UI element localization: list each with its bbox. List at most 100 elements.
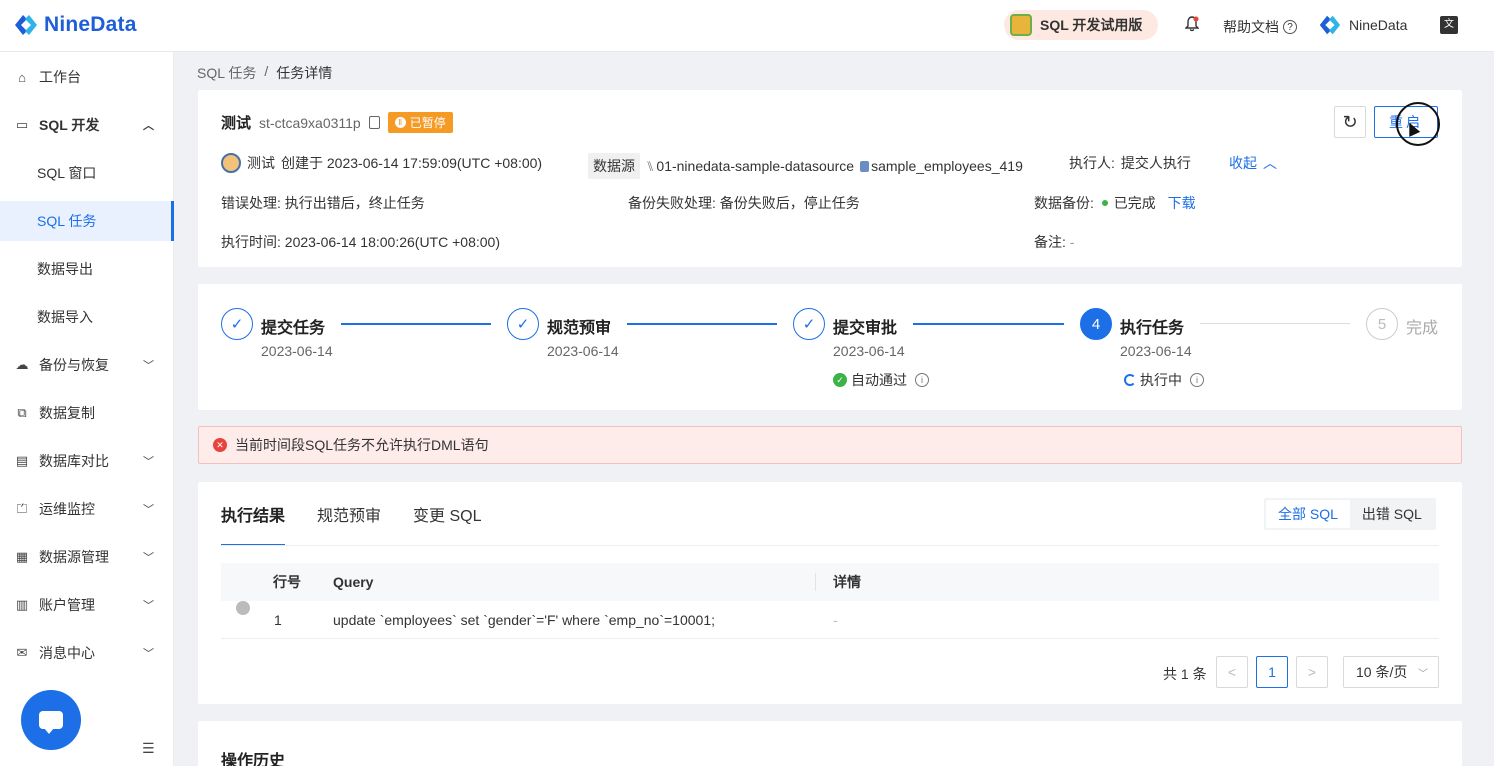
backup-status: 已完成 — [1113, 195, 1156, 211]
breadcrumb-parent[interactable]: SQL 任务 — [197, 63, 256, 83]
exec-time-value: 2023-06-14 18:00:26(UTC +08:00) — [284, 234, 500, 250]
breadcrumb-current: 任务详情 — [276, 65, 333, 81]
step-3-title: 提交审批 — [833, 320, 898, 337]
step-1-title: 提交任务 — [261, 320, 326, 337]
executor-info: 执行人: 提交人执行 — [1069, 153, 1191, 173]
info-icon[interactable]: i — [915, 373, 929, 387]
collapse-sidebar-icon[interactable]: ☰ — [142, 740, 155, 757]
user-menu[interactable]: NineData — [1317, 13, 1407, 37]
datasource-name[interactable]: 01-ninedata-sample-datasource — [656, 158, 854, 174]
sidebar-item-label: 数据库对比 — [39, 453, 109, 469]
error-handling-label: 错误处理: — [221, 195, 281, 211]
backup-label: 数据备份: — [1034, 195, 1094, 211]
tab-precheck[interactable]: 规范预审 — [317, 502, 381, 546]
backup-fail-label: 备份失败处理: — [628, 195, 716, 211]
help-docs-link[interactable]: 帮助文档 ? — [1223, 17, 1297, 37]
sidebar-item-label: 账户管理 — [39, 597, 95, 613]
sidebar-item-label: 备份与恢复 — [39, 357, 109, 373]
sidebar-item-messages[interactable]: ✉ 消息中心 ﹀ — [0, 633, 174, 673]
step-2-title: 规范预审 — [547, 320, 612, 337]
sidebar-item-compare[interactable]: ▤ 数据库对比 ﹀ — [0, 441, 174, 481]
sidebar-item-replication[interactable]: ⧉ 数据复制 — [0, 393, 174, 433]
chevron-right-icon: > — [1307, 664, 1317, 680]
tab-exec-result[interactable]: 执行结果 — [221, 502, 286, 546]
page-1-button[interactable]: 1 — [1256, 656, 1288, 688]
tab-change-sql[interactable]: 变更 SQL — [413, 502, 481, 546]
sidebar-item-label: SQL 开发 — [39, 117, 100, 133]
exec-time: 执行时间: 2023-06-14 18:00:26(UTC +08:00) — [221, 232, 500, 252]
sidebar-item-label: 工作台 — [39, 69, 81, 85]
database-name[interactable]: sample_employees_419 — [871, 158, 1023, 174]
sidebar-item-monitor[interactable]: ⏍ 运维监控 ﹀ — [0, 489, 174, 529]
exec-time-label: 执行时间: — [221, 234, 281, 250]
step-1-circle: ✓ — [221, 308, 253, 340]
chevron-down-icon: ﹀ — [143, 552, 154, 564]
col-row-no: 行号 — [273, 574, 301, 590]
table-row[interactable]: 1 update `employees` set `gender`='F' wh… — [221, 601, 1439, 639]
executor-value: 提交人执行 — [1120, 155, 1191, 171]
sql-dev-icon: ▭ — [15, 117, 29, 132]
row-detail: - — [833, 612, 838, 628]
prev-page-button[interactable]: < — [1216, 656, 1248, 688]
creator-info: 测试 创建于 2023-06-14 17:59:09(UTC +08:00) — [221, 153, 542, 173]
sidebar-item-backup[interactable]: ☁ 备份与恢复 ﹀ — [0, 345, 174, 385]
datasource-icon: ⑊ — [646, 158, 655, 174]
sidebar-item-data-export[interactable]: 数据导出 — [0, 249, 174, 289]
compare-icon: ▤ — [15, 453, 29, 468]
data-backup: 数据备份: 已完成 下载 — [1034, 193, 1196, 213]
creator-name: 测试 — [247, 155, 275, 171]
info-icon[interactable]: i — [1190, 373, 1204, 387]
chat-icon — [39, 711, 63, 734]
row-no: 1 — [274, 612, 282, 628]
refresh-button[interactable]: ↻ — [1334, 106, 1366, 138]
step-4-date: 2023-06-14 — [1120, 343, 1192, 359]
task-info-card: 测试 st-ctca9xa0311p Ⅱ 已暂停 ↻ 重启 测试 创建于 202… — [198, 90, 1462, 267]
account-icon: ▥ — [15, 597, 29, 612]
sidebar-item-label: 运维监控 — [39, 501, 95, 517]
collapse-toggle[interactable]: 收起 ︿ — [1229, 153, 1277, 173]
datasource-tag: 数据源 — [588, 153, 640, 179]
sidebar-item-sql-task[interactable]: SQL 任务 — [0, 201, 174, 241]
check-circle-icon: ✓ — [833, 373, 847, 387]
backup-fail-handling: 备份失败处理: 备份失败后，停止任务 — [628, 193, 860, 213]
step-5-title: 完成 — [1406, 320, 1439, 337]
step-4-status-text: 执行中 — [1140, 372, 1182, 388]
logo[interactable]: NineData — [12, 12, 137, 38]
chevron-up-icon: ︿ — [1263, 155, 1277, 171]
sidebar-item-workbench[interactable]: ⌂ 工作台 — [0, 57, 174, 97]
error-handling-value: 执行出错后，终止任务 — [284, 195, 425, 211]
download-link[interactable]: 下载 — [1168, 195, 1196, 211]
language-icon[interactable]: 文 — [1440, 16, 1458, 34]
step-4-status: 执行中 i — [1124, 370, 1204, 390]
question-icon: ? — [1283, 20, 1297, 34]
step-4-circle: 4 — [1080, 308, 1112, 340]
sidebar-item-sql-dev[interactable]: ▭ SQL 开发 ︿ — [0, 105, 174, 145]
sidebar-item-data-import[interactable]: 数据导入 — [0, 297, 174, 337]
chat-button[interactable] — [21, 690, 81, 750]
filter-error-sql[interactable]: 出错 SQL — [1350, 500, 1434, 528]
avatar — [221, 153, 241, 173]
restart-button[interactable]: 重启 — [1374, 106, 1438, 138]
next-page-button[interactable]: > — [1296, 656, 1328, 688]
trial-badge[interactable]: SQL 开发试用版 — [1004, 10, 1159, 40]
help-label: 帮助文档 — [1223, 19, 1279, 35]
user-avatar-icon — [1319, 15, 1341, 35]
step-connector — [341, 323, 491, 325]
sql-filter: 全部 SQL 出错 SQL — [1264, 498, 1436, 530]
pause-icon: Ⅱ — [394, 117, 406, 128]
sidebar-item-label: 数据源管理 — [39, 549, 109, 565]
page-size-select[interactable]: 10 条/页 ﹀ — [1343, 656, 1439, 688]
bell-icon[interactable] — [1185, 16, 1199, 32]
sidebar-item-datasource[interactable]: ▦ 数据源管理 ﹀ — [0, 537, 174, 577]
collapse-label: 收起 — [1229, 155, 1257, 171]
datasource-icon: ▦ — [15, 549, 29, 564]
cloud-icon: ☁ — [15, 357, 29, 372]
copy-icon[interactable] — [368, 116, 380, 129]
sidebar-item-account[interactable]: ▥ 账户管理 ﹀ — [0, 585, 174, 625]
filter-all-sql[interactable]: 全部 SQL — [1266, 500, 1350, 528]
sidebar-item-sql-window[interactable]: SQL 窗口 — [0, 153, 174, 193]
error-banner: ✕ 当前时间段SQL任务不允许执行DML语句 — [198, 426, 1462, 464]
mail-icon: ✉ — [16, 645, 28, 660]
task-title-row: 测试 st-ctca9xa0311p Ⅱ 已暂停 — [221, 112, 453, 133]
step-3-status: ✓ 自动通过 i — [833, 370, 929, 390]
